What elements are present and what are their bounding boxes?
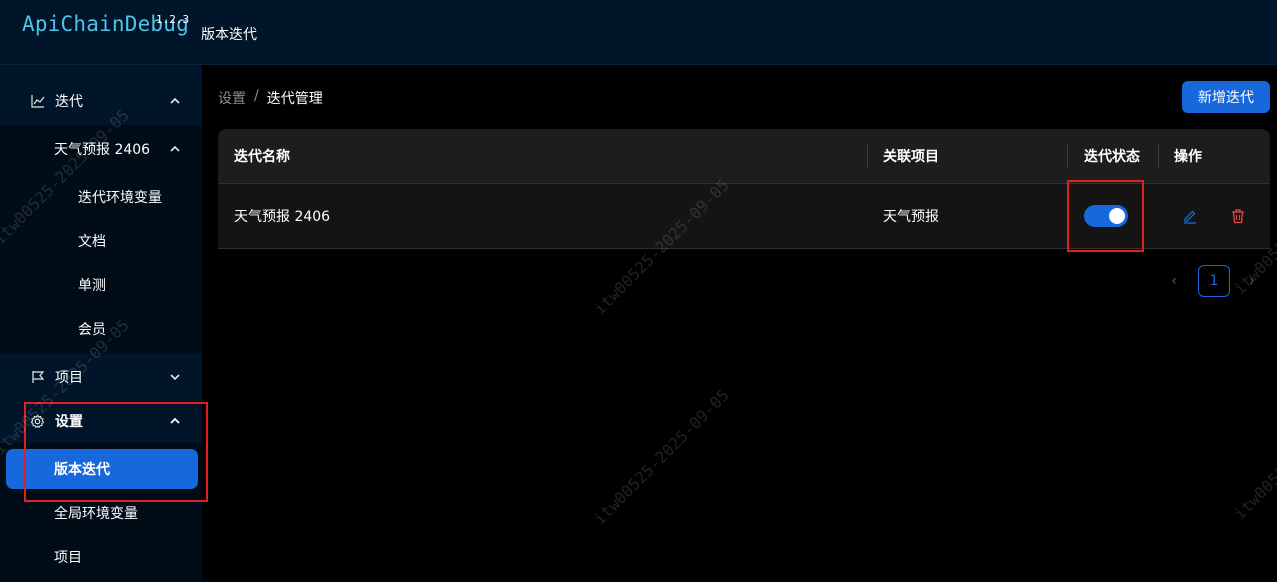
column-divider bbox=[1067, 144, 1068, 168]
sidebar-item-project[interactable]: 项目 bbox=[0, 355, 202, 399]
watermark-text: itw00525-2025-09-05 bbox=[1230, 380, 1277, 524]
breadcrumb-parent[interactable]: 设置 bbox=[218, 88, 246, 108]
column-header-actions: 操作 bbox=[1174, 149, 1202, 165]
sidebar-item-label: 天气预报 2406 bbox=[54, 142, 151, 158]
edit-action bbox=[1182, 184, 1198, 248]
iteration-table: 迭代名称 关联项目 迭代状态 操作 天气预报 2406 天气预报 bbox=[218, 129, 1270, 249]
sidebar-item-label: 全局环境变量 bbox=[54, 506, 138, 522]
sidebar-item-docs[interactable]: 文档 bbox=[0, 219, 202, 263]
delete-icon[interactable] bbox=[1230, 208, 1246, 224]
sidebar-item-weather-2406[interactable]: 天气预报 2406 bbox=[0, 127, 202, 171]
chevron-up-icon bbox=[168, 94, 182, 108]
edit-icon[interactable] bbox=[1182, 208, 1198, 224]
column-header-name: 迭代名称 bbox=[234, 149, 290, 165]
iteration-chart-icon bbox=[30, 93, 46, 109]
iteration-name-cell: 天气预报 2406 bbox=[234, 209, 331, 225]
pagination-next[interactable]: › bbox=[1244, 272, 1260, 290]
sidebar-item-version-iteration[interactable]: 版本迭代 bbox=[0, 447, 202, 491]
pagination-page[interactable]: 1 bbox=[1198, 265, 1230, 297]
top-header: ApiChainDebug 1.2.3 版本迭代 bbox=[0, 0, 1277, 65]
flag-icon bbox=[30, 369, 46, 385]
sidebar-item-global-env[interactable]: 全局环境变量 bbox=[0, 491, 202, 535]
sidebar-item-label: 迭代 bbox=[55, 94, 83, 110]
sidebar-item-settings-project[interactable]: 项目 bbox=[0, 535, 202, 579]
sidebar-item-iteration[interactable]: 迭代 bbox=[0, 79, 202, 123]
chevron-up-icon bbox=[168, 414, 182, 428]
sidebar-item-label: 项目 bbox=[55, 370, 83, 386]
gear-icon bbox=[29, 413, 45, 429]
chevron-down-icon bbox=[168, 370, 182, 384]
status-toggle[interactable] bbox=[1084, 205, 1128, 227]
column-header-project: 关联项目 bbox=[883, 149, 939, 165]
status-cell bbox=[1084, 184, 1128, 248]
add-iteration-button[interactable]: 新增迭代 bbox=[1182, 81, 1270, 113]
table-row: 天气预报 2406 天气预报 bbox=[218, 184, 1270, 249]
sidebar-item-member[interactable]: 会员 bbox=[0, 307, 202, 351]
sidebar-item-label: 单测 bbox=[78, 278, 106, 294]
toggle-knob bbox=[1109, 208, 1125, 224]
sidebar-item-label: 文档 bbox=[78, 234, 106, 250]
breadcrumb-separator: / bbox=[254, 88, 259, 104]
sidebar-item-iteration-env[interactable]: 迭代环境变量 bbox=[0, 175, 202, 219]
pagination-prev[interactable]: ‹ bbox=[1166, 272, 1182, 290]
breadcrumb: 设置 / 迭代管理 bbox=[218, 88, 323, 108]
sidebar: 请求 迭代 天气预报 2406 迭代环境变量 文档 单测 会员 项目 设置 bbox=[0, 0, 202, 582]
column-divider bbox=[1158, 144, 1159, 168]
table-header: 迭代名称 关联项目 迭代状态 操作 bbox=[218, 129, 1270, 184]
chevron-up-icon bbox=[168, 142, 182, 156]
sidebar-item-label: 设置 bbox=[55, 414, 83, 430]
breadcrumb-current: 迭代管理 bbox=[266, 91, 323, 107]
column-header-status: 迭代状态 bbox=[1084, 149, 1140, 165]
sidebar-item-label: 项目 bbox=[54, 550, 82, 566]
column-divider bbox=[867, 144, 868, 168]
delete-action bbox=[1230, 184, 1246, 248]
sidebar-item-settings[interactable]: 设置 bbox=[0, 399, 202, 443]
project-cell: 天气预报 bbox=[883, 209, 939, 225]
page-title: 版本迭代 bbox=[201, 27, 257, 43]
sidebar-item-label: 版本迭代 bbox=[54, 462, 110, 478]
sidebar-item-label: 迭代环境变量 bbox=[78, 190, 162, 206]
sidebar-item-unit-test[interactable]: 单测 bbox=[0, 263, 202, 307]
sidebar-item-label: 会员 bbox=[78, 322, 106, 338]
app-version: 1.2.3 bbox=[156, 13, 190, 26]
watermark-text: itw00525-2025-09-05 bbox=[590, 385, 733, 529]
